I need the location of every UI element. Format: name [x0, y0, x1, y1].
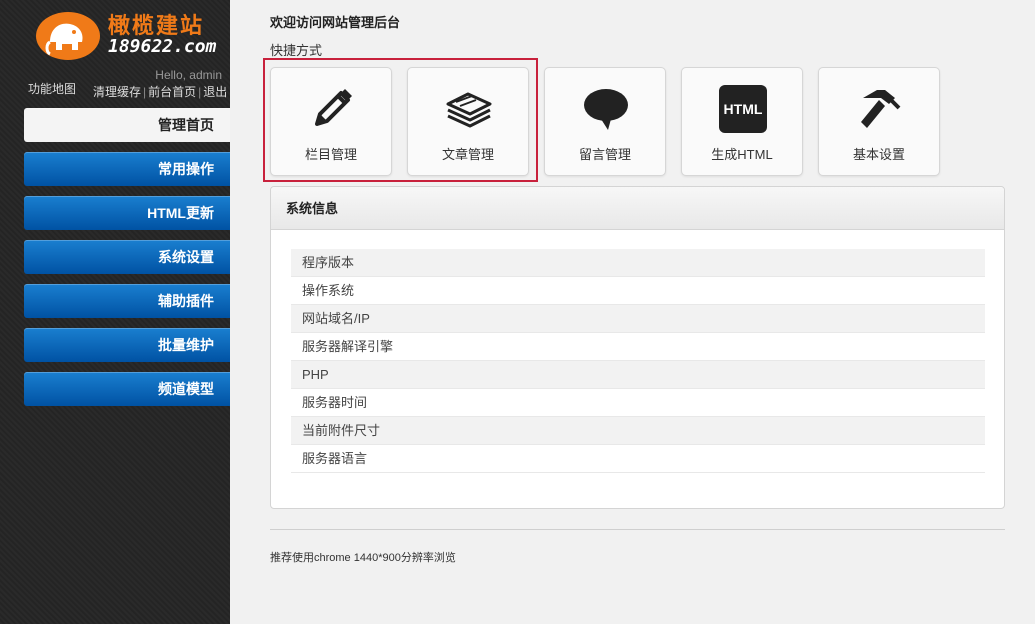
- tile-label: 文章管理: [441, 147, 494, 162]
- system-info-title: 系统信息: [271, 187, 1004, 230]
- table-row: PHP: [291, 361, 985, 389]
- nav-item-plugins[interactable]: 辅助插件: [24, 284, 230, 318]
- logout-link[interactable]: 退出: [203, 85, 227, 99]
- tile-label: 基本设置: [852, 147, 905, 162]
- shortcut-title: 快捷方式: [270, 43, 323, 58]
- table-row: 服务器时间: [291, 389, 985, 417]
- tile-basic-settings[interactable]: 基本设置: [818, 67, 940, 176]
- table-row: 操作系统: [291, 277, 985, 305]
- nav-item-settings[interactable]: 系统设置: [24, 240, 230, 274]
- table-row: 程序版本: [291, 249, 985, 277]
- tile-label: 栏目管理: [304, 147, 357, 162]
- nav-item-channel[interactable]: 频道模型: [24, 372, 230, 406]
- table-row: 服务器解译引擎: [291, 333, 985, 361]
- logo[interactable]: 橄榄建站 189622.com: [36, 8, 226, 62]
- nav-item-batch[interactable]: 批量维护: [24, 328, 230, 362]
- tile-generate-html[interactable]: HTML 生成HTML: [681, 67, 803, 176]
- tile-message-manage[interactable]: 留言管理: [544, 67, 666, 176]
- tile-label: 生成HTML: [711, 147, 773, 162]
- sidebar-nav: 管理首页 常用操作 HTML更新 系统设置 辅助插件 批量维护 频道模型: [24, 108, 230, 416]
- shortcut-tiles: 栏目管理 文章管理 留言管理 HTML 生成HTML 基本设置: [263, 58, 1005, 182]
- speech-bubble-icon: [581, 84, 631, 134]
- top-links: 清理缓存 | 前台首页 | 退出: [93, 85, 228, 99]
- tile-label: 留言管理: [578, 147, 631, 162]
- quick-links: 功能地图 清理缓存 | 前台首页 | 退出: [0, 80, 230, 100]
- elephant-logo-icon: [36, 12, 100, 60]
- system-info-panel: 系统信息 程序版本 操作系统 网站域名/IP 服务器解译引擎 PHP 服务器时间…: [270, 186, 1005, 509]
- sitemap-link[interactable]: 功能地图: [28, 80, 76, 97]
- divider: [270, 529, 1005, 530]
- logo-domain: 189622.com: [108, 36, 217, 57]
- pencil-icon: [307, 84, 357, 134]
- nav-item-home[interactable]: 管理首页: [24, 108, 230, 142]
- table-row: 当前附件尺寸: [291, 417, 985, 445]
- sidebar: 橄榄建站 189622.com Hello, admin 功能地图 清理缓存 | 前…: [0, 0, 230, 624]
- tile-category-manage[interactable]: 栏目管理: [270, 67, 392, 176]
- hammer-icon: [855, 84, 905, 134]
- clear-cache-link[interactable]: 清理缓存: [93, 85, 141, 99]
- html-icon: HTML: [718, 84, 768, 134]
- table-row: 网站域名/IP: [291, 305, 985, 333]
- footer-note: 推荐使用chrome 1440*900分辨率浏览: [270, 552, 456, 564]
- nav-item-common[interactable]: 常用操作: [24, 152, 230, 186]
- page-title: 欢迎访问网站管理后台: [270, 15, 401, 30]
- papers-stack-icon: [444, 84, 494, 134]
- nav-item-html[interactable]: HTML更新: [24, 196, 230, 230]
- frontpage-link[interactable]: 前台首页: [148, 85, 196, 99]
- tile-article-manage[interactable]: 文章管理: [407, 67, 529, 176]
- system-info-list: 程序版本 操作系统 网站域名/IP 服务器解译引擎 PHP 服务器时间 当前附件…: [291, 249, 985, 473]
- table-row: 服务器语言: [291, 445, 985, 473]
